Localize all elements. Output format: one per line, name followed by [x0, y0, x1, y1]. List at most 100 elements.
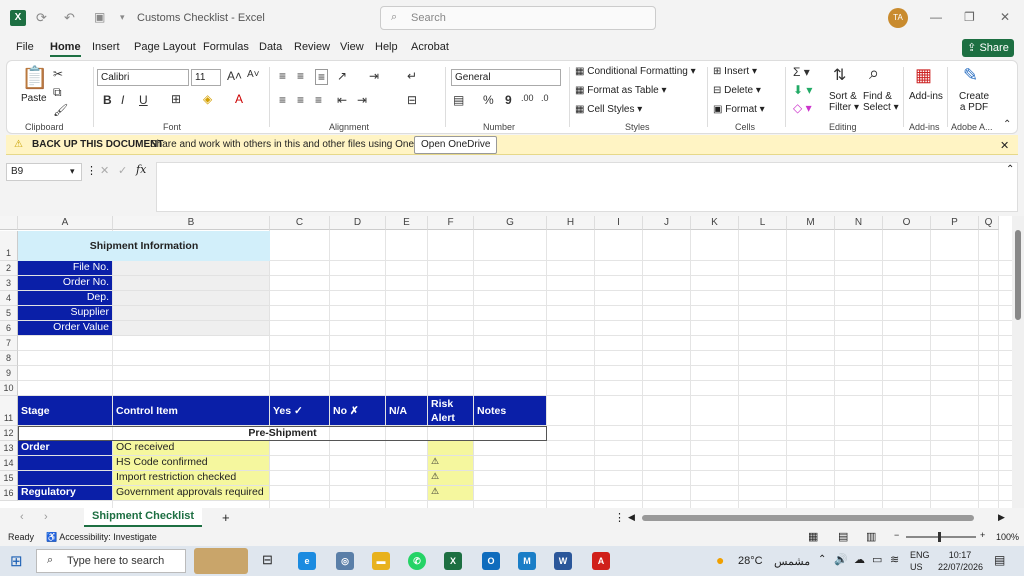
zoom-level[interactable]: 100%	[996, 532, 1019, 542]
value-order-value[interactable]	[113, 321, 270, 336]
percent-icon[interactable]: %	[483, 93, 494, 107]
row-header-4[interactable]: 4	[0, 291, 18, 306]
column-header-g[interactable]: G	[474, 216, 547, 230]
orientation-icon[interactable]: ↗	[337, 69, 347, 83]
share-button[interactable]: ⇪ Share	[962, 39, 1014, 57]
scroll-left-icon[interactable]: ◀	[628, 512, 635, 523]
prev-sheet-icon[interactable]: ‹	[20, 511, 24, 523]
row-header-10[interactable]: 10	[0, 381, 18, 396]
app-icon[interactable]: ◎	[336, 552, 354, 570]
sort-filter-button[interactable]: Sort & Filter ▾	[829, 91, 859, 113]
fill-color-icon[interactable]: ◈	[203, 92, 212, 106]
label-supplier[interactable]: Supplier	[18, 306, 113, 321]
merge-center-icon[interactable]: ⊟	[407, 93, 417, 107]
row-header-7[interactable]: 7	[0, 336, 18, 351]
scrollbar-thumb[interactable]	[1015, 230, 1021, 320]
increase-decimal-icon[interactable]: .00	[521, 93, 534, 103]
find-select-icon[interactable]: ⌕	[869, 63, 879, 84]
row-header-6[interactable]: 6	[0, 321, 18, 336]
tab-view[interactable]: View	[340, 41, 364, 53]
accounting-format-icon[interactable]: ▤	[453, 93, 464, 107]
name-box-dropdown-icon[interactable]: ▾	[70, 166, 75, 177]
next-sheet-icon[interactable]: ›	[44, 511, 48, 523]
stage-cell[interactable]	[18, 471, 113, 486]
column-header-n[interactable]: N	[835, 216, 883, 230]
label-order-no[interactable]: Order No.	[18, 276, 113, 291]
m-app-icon[interactable]: M	[518, 552, 536, 570]
paste-icon[interactable]: 📋	[21, 65, 48, 91]
stage-regulatory[interactable]: Regulatory	[18, 486, 113, 501]
sheet-tab-shipment-checklist[interactable]: Shipment Checklist	[84, 508, 203, 527]
page-layout-view-icon[interactable]: ▤	[838, 530, 848, 543]
tab-review[interactable]: Review	[294, 41, 330, 53]
tab-file[interactable]: File	[16, 41, 34, 53]
zoom-in-icon[interactable]: +	[980, 530, 985, 540]
risk-alert-icon[interactable]: ⚠	[428, 456, 474, 471]
format-cells-button[interactable]: ▣ Format ▾	[713, 104, 765, 115]
column-header-k[interactable]: K	[691, 216, 739, 230]
decrease-font-icon[interactable]: A˅	[247, 69, 260, 80]
language-indicator[interactable]: ENG US	[910, 549, 930, 573]
row-header-8[interactable]: 8	[0, 351, 18, 366]
zoom-slider[interactable]	[906, 536, 976, 538]
task-view-icon[interactable]: ⊟	[262, 552, 273, 568]
select-all-corner[interactable]	[0, 216, 18, 230]
file-explorer-icon[interactable]: ▬	[372, 552, 390, 570]
tab-home[interactable]: Home	[50, 41, 81, 57]
expand-formula-icon[interactable]: ⌃	[1006, 164, 1014, 175]
column-header-b[interactable]: B	[113, 216, 270, 230]
column-header-j[interactable]: J	[643, 216, 691, 230]
copy-icon[interactable]: ⧉	[53, 85, 62, 100]
minimize-button[interactable]: —	[930, 10, 942, 24]
row-header-9[interactable]: 9	[0, 366, 18, 381]
indent-icon[interactable]: ⇥	[369, 69, 379, 83]
horizontal-scrollbar[interactable]	[642, 515, 974, 521]
control-item[interactable]: OC received	[113, 441, 270, 456]
paste-button[interactable]: Paste	[21, 93, 47, 104]
vertical-scrollbar[interactable]	[1012, 216, 1024, 508]
zoom-out-icon[interactable]: −	[894, 530, 899, 540]
column-header-a[interactable]: A	[18, 216, 113, 230]
cloud-icon[interactable]: ☁	[854, 553, 865, 566]
number-format-select[interactable]: General	[451, 69, 561, 86]
enter-icon[interactable]: ✓	[118, 164, 127, 177]
fx-icon[interactable]: fx	[136, 163, 146, 176]
stage-cell[interactable]	[18, 456, 113, 471]
weather-temp[interactable]: 28°C	[738, 555, 763, 567]
row-header-12[interactable]: 12	[0, 426, 18, 441]
fill-icon[interactable]: ⬇ ▾	[793, 83, 812, 97]
tab-help[interactable]: Help	[375, 41, 398, 53]
scroll-right-icon[interactable]: ▶	[998, 512, 1005, 523]
acrobat-icon[interactable]: A	[592, 552, 610, 570]
row-header-3[interactable]: 3	[0, 276, 18, 291]
value-order-no[interactable]	[113, 276, 270, 291]
column-header-l[interactable]: L	[739, 216, 787, 230]
label-file-no[interactable]: File No.	[18, 261, 113, 276]
column-header-f[interactable]: F	[428, 216, 474, 230]
borders-icon[interactable]: ⊞	[171, 92, 181, 106]
header-no[interactable]: No ✗	[330, 396, 386, 426]
row-header-15[interactable]: 15	[0, 471, 18, 486]
create-pdf-icon[interactable]: ✎	[963, 65, 978, 86]
tab-data[interactable]: Data	[259, 41, 282, 53]
tab-acrobat[interactable]: Acrobat	[411, 41, 449, 53]
wifi-icon[interactable]: ≋	[890, 553, 899, 566]
page-break-view-icon[interactable]: ▥	[866, 530, 876, 543]
format-painter-icon[interactable]: 🖌	[53, 103, 68, 117]
user-avatar[interactable]: TA	[888, 8, 908, 28]
align-right-icon[interactable]: ≡	[315, 93, 322, 107]
comma-style-icon[interactable]: 9	[505, 93, 512, 107]
weather-icon[interactable]: ●	[716, 552, 724, 568]
header-na[interactable]: N/A	[386, 396, 428, 426]
column-header-o[interactable]: O	[883, 216, 931, 230]
row-header-16[interactable]: 16	[0, 486, 18, 501]
column-header-i[interactable]: I	[595, 216, 643, 230]
undo-icon[interactable]: ↶	[64, 10, 75, 26]
align-center-icon[interactable]: ≡	[297, 93, 304, 107]
label-order-value[interactable]: Order Value	[18, 321, 113, 336]
decrease-indent-icon[interactable]: ⇤	[337, 93, 347, 107]
more-icon[interactable]: ⋮	[86, 164, 97, 177]
autosave-icon[interactable]: ⟳	[36, 10, 47, 26]
clock[interactable]: 10:17 22/07/2026	[938, 549, 983, 573]
header-control-item[interactable]: Control Item	[113, 396, 270, 426]
